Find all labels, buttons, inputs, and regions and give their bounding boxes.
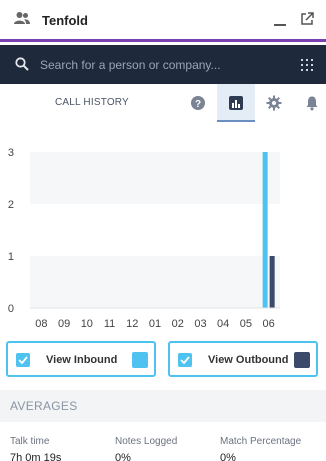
tab-help[interactable]: ?	[179, 84, 217, 122]
stat-talk-time: Talk time 7h 0m 19s	[10, 436, 61, 461]
x-tick-label: 03	[194, 318, 206, 330]
apps-grid-icon[interactable]	[301, 59, 313, 71]
y-tick-label: 0	[8, 303, 14, 315]
inbound-swatch	[132, 352, 148, 368]
tab-notifications[interactable]	[293, 84, 326, 122]
bar-chart-icon	[229, 96, 243, 110]
tab-stats[interactable]	[217, 84, 255, 122]
x-tick-label: 06	[263, 318, 275, 330]
gear-icon	[266, 95, 282, 111]
search-icon	[15, 57, 29, 71]
x-tick-label: 09	[58, 318, 70, 330]
search-bar	[0, 45, 326, 84]
y-tick-label: 1	[8, 251, 14, 263]
x-tick-label: 02	[172, 318, 184, 330]
outbound-label: View Outbound	[208, 354, 289, 366]
stat-notes-logged: Notes Logged 0%	[115, 436, 177, 461]
tab-settings[interactable]	[255, 84, 293, 122]
stat-value: 0%	[220, 452, 236, 461]
inbound-checkbox[interactable]	[16, 353, 30, 367]
stat-value: 0%	[115, 452, 131, 461]
x-tick-label: 04	[217, 318, 229, 330]
x-tick-label: 05	[240, 318, 252, 330]
call-history-chart: 012308 09 10 11 12 01 02 03 04 05 06	[8, 147, 280, 330]
stat-label: Talk time	[10, 436, 50, 447]
minimize-icon[interactable]	[273, 13, 287, 27]
window-titlebar: Tenfold	[0, 0, 326, 42]
stat-label: Match Percentage	[220, 436, 302, 447]
people-icon	[14, 12, 30, 24]
averages-heading: AVERAGES	[10, 399, 78, 413]
help-icon: ?	[191, 96, 205, 110]
tab-bar: CALL HISTORY ?	[0, 84, 326, 122]
outbound-checkbox[interactable]	[178, 353, 192, 367]
inbound-label: View Inbound	[46, 354, 118, 366]
grid-band	[30, 204, 280, 256]
stat-match-percentage: Match Percentage 0%	[220, 436, 301, 461]
x-tick-label: 11	[104, 318, 115, 330]
x-tick-label: 01	[149, 318, 161, 330]
grid-band	[30, 152, 280, 204]
averages-header: AVERAGES	[0, 390, 326, 422]
bar-inbound	[262, 152, 268, 308]
y-tick-label: 3	[8, 147, 14, 159]
stat-value: 7h 0m 19s	[10, 452, 62, 461]
stat-label: Notes Logged	[115, 436, 178, 447]
tab-call-history[interactable]: CALL HISTORY	[55, 97, 129, 108]
checkmark-icon	[18, 356, 28, 365]
y-tick-label: 2	[8, 199, 14, 211]
view-inbound-toggle[interactable]: View Inbound	[6, 341, 156, 377]
x-tick-label: 12	[126, 318, 138, 330]
bell-icon	[306, 96, 318, 111]
bar-outbound	[269, 256, 275, 308]
x-tick-label: 08	[35, 318, 47, 330]
checkmark-icon	[180, 356, 190, 365]
outbound-swatch	[294, 352, 310, 368]
x-tick-label: 10	[81, 318, 93, 330]
view-outbound-toggle[interactable]: View Outbound	[168, 341, 318, 377]
grid-band	[30, 256, 280, 308]
svg-text:?: ?	[195, 99, 201, 110]
pop-out-icon[interactable]	[300, 12, 314, 26]
app-title: Tenfold	[42, 13, 88, 28]
search-input[interactable]	[40, 54, 290, 76]
